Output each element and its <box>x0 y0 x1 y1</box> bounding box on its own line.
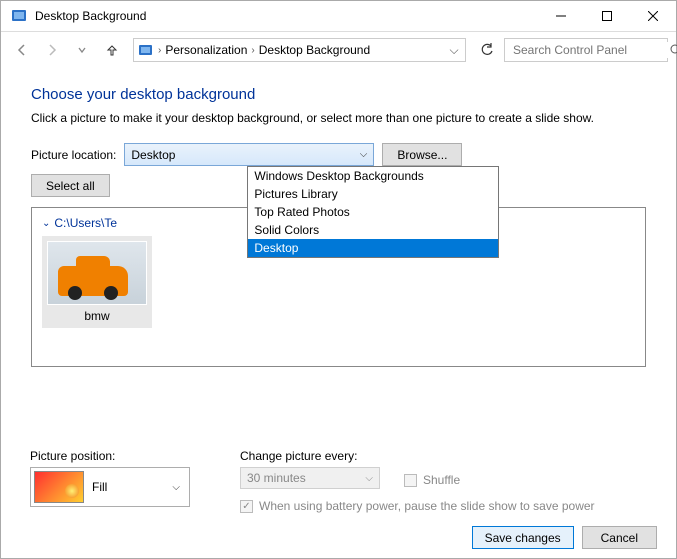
close-button[interactable] <box>630 1 676 31</box>
bottom-controls: Picture position: Fill ⌵ Change picture … <box>0 449 677 513</box>
shuffle-checkbox: Shuffle <box>404 473 460 487</box>
thumbnail-image <box>47 241 147 305</box>
battery-checkbox: ✓ When using battery power, pause the sl… <box>240 499 595 513</box>
chevron-down-icon: ⌄ <box>42 218 50 229</box>
recent-dropdown-icon[interactable] <box>69 38 95 62</box>
page-subtitle: Click a picture to make it your desktop … <box>31 111 646 125</box>
content-area: Choose your desktop background Click a p… <box>1 68 676 375</box>
breadcrumb-sep-icon: › <box>251 45 254 56</box>
select-all-button[interactable]: Select all <box>31 174 110 197</box>
picture-location-dropdown: Windows Desktop Backgrounds Pictures Lib… <box>247 166 499 258</box>
search-icon[interactable] <box>670 44 677 57</box>
location-option-selected[interactable]: Desktop <box>248 239 498 257</box>
breadcrumb-1[interactable]: Personalization <box>165 43 247 57</box>
search-box[interactable] <box>504 38 668 62</box>
address-dropdown-icon[interactable]: ⌵ <box>447 43 461 58</box>
nav-bar: › Personalization › Desktop Background ⌵ <box>1 32 676 68</box>
position-preview-icon <box>34 471 84 503</box>
change-interval-select: 30 minutes ⌵ <box>240 467 380 489</box>
shuffle-label: Shuffle <box>423 473 460 487</box>
location-option[interactable]: Solid Colors <box>248 221 498 239</box>
breadcrumb-sep-icon: › <box>158 45 161 56</box>
minimize-button[interactable] <box>538 1 584 31</box>
title-bar: Desktop Background <box>1 1 676 32</box>
checkbox-icon <box>404 474 417 487</box>
chevron-down-icon: ⌵ <box>360 149 368 160</box>
forward-button[interactable] <box>39 38 65 62</box>
picture-location-value: Desktop <box>131 148 175 162</box>
picture-name: bmw <box>47 309 147 323</box>
gallery-group-path: C:\Users\Te <box>54 216 117 230</box>
change-every-label: Change picture every: <box>240 449 647 463</box>
page-title: Choose your desktop background <box>31 86 646 103</box>
picture-thumbnail[interactable]: ✓ bmw <box>42 236 152 328</box>
up-button[interactable] <box>99 38 125 62</box>
change-interval-value: 30 minutes <box>247 471 306 485</box>
picture-location-select[interactable]: Desktop ⌵ <box>124 143 374 166</box>
location-icon <box>138 43 154 57</box>
app-icon <box>11 8 27 24</box>
picture-location-label: Picture location: <box>31 148 116 162</box>
cancel-button[interactable]: Cancel <box>582 526 657 549</box>
back-button[interactable] <box>9 38 35 62</box>
location-option[interactable]: Top Rated Photos <box>248 203 498 221</box>
picture-position-value: Fill <box>92 480 107 494</box>
dialog-footer: Save changes Cancel <box>472 526 657 549</box>
breadcrumb-2[interactable]: Desktop Background <box>259 43 370 57</box>
picture-position-label: Picture position: <box>30 449 210 463</box>
location-option[interactable]: Windows Desktop Backgrounds <box>248 167 498 185</box>
maximize-button[interactable] <box>584 1 630 31</box>
address-bar[interactable]: › Personalization › Desktop Background ⌵ <box>133 38 466 62</box>
browse-button[interactable]: Browse... <box>382 143 462 166</box>
picture-position-select[interactable]: Fill ⌵ <box>30 467 190 507</box>
chevron-down-icon: ⌵ <box>172 482 186 493</box>
search-input[interactable] <box>511 42 670 58</box>
location-option[interactable]: Pictures Library <box>248 185 498 203</box>
checkbox-icon: ✓ <box>240 500 253 513</box>
battery-label: When using battery power, pause the slid… <box>259 499 595 513</box>
window-title: Desktop Background <box>35 9 538 23</box>
refresh-button[interactable] <box>474 38 500 62</box>
save-changes-button[interactable]: Save changes <box>472 526 574 549</box>
chevron-down-icon: ⌵ <box>365 473 373 484</box>
